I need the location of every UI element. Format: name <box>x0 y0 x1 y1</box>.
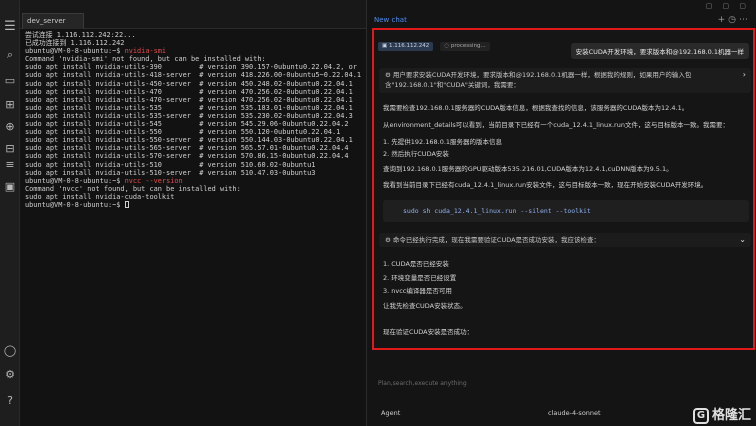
terminal-line: sudo apt install nvidia-utils-470 # vers… <box>25 87 353 96</box>
terminal-panel[interactable]: dev_server 尝试连接 1.116.112.242:22... 已成功连接… <box>20 0 366 426</box>
terminal-tab[interactable]: dev_server <box>22 13 84 29</box>
terminal-line: sudo apt install nvidia-utils-510-server… <box>25 168 316 177</box>
extensions-icon[interactable]: ⊞ <box>3 98 17 112</box>
chat-title[interactable]: New chat <box>374 16 407 24</box>
response-para-4: 我看到当前目录下已经有cuda_12.4.1_linux.run安装文件，这与目… <box>383 181 708 189</box>
response-para-1: 我需要检查192.168.0.1服务器的CUDA版本信息，根据我查找的信息，该服… <box>383 104 689 112</box>
terminal-line: ubuntu@VM-0-8-ubuntu:~$ nvidia-smi <box>25 47 167 56</box>
terminal-line: sudo apt install nvidia-utils-418-server… <box>25 71 362 80</box>
terminal-line: sudo apt install nvidia-utils-390 # vers… <box>25 63 357 72</box>
response-para-2: 从environment_details可以看到，当前目录下已经有一个cuda_… <box>383 121 729 129</box>
search-icon[interactable]: ⌕ <box>3 48 17 62</box>
link-icon[interactable]: ⊕ <box>3 120 17 134</box>
chat-header: New chat +◷⋯ <box>367 14 756 28</box>
sparkle-icon: ⚙ <box>385 71 391 79</box>
server-chip[interactable]: ▣ 1.116.112.242 <box>378 42 434 51</box>
user-message: 安装CUDA开发环境，要求版本和@192.168.0.1机器一样 <box>570 43 749 59</box>
folder-icon[interactable]: ▭ <box>3 74 17 88</box>
grid-icon[interactable]: ⊟ <box>3 142 17 156</box>
terminal-line: sudo apt install nvidia-utils-570-server… <box>25 152 349 161</box>
terminal-line: 尝试连接 1.116.112.242:22... <box>25 31 136 39</box>
sparkle-icon: ⚙ <box>385 236 391 244</box>
explorer-icon[interactable]: ☰ <box>3 20 17 34</box>
step-1: 1. 先提供192.168.0.1服务器的版本信息 <box>383 138 503 146</box>
terminal-line: sudo apt install nvidia-utils-535-server… <box>25 111 353 120</box>
new-chat-icon[interactable]: + <box>718 15 729 25</box>
window-controls[interactable]: ▢ ▢ ▢ <box>706 2 750 10</box>
chevron-down-icon[interactable]: ⌄ <box>739 235 746 245</box>
terminal-line: Command 'nvidia-smi' not found, but can … <box>25 55 266 64</box>
check-3: 3. nvcc编译器是否可用 <box>383 287 452 295</box>
step-2: 2. 然后执行CUDA安装 <box>383 150 449 158</box>
terminal-line: sudo apt install nvidia-utils-535 # vers… <box>25 103 353 112</box>
response-para-3: 查询到192.168.0.1服务器的GPU驱动版本535.216.01,CUDA… <box>383 165 673 173</box>
response-para-5: 让我先检查CUDA安装状态。 <box>383 302 467 310</box>
account-icon[interactable]: ◯ <box>3 344 17 358</box>
thinking-block-1[interactable]: ⚙ 用户要求安装CUDA开发环境，要求版本和@192.168.0.1机器一样，根… <box>379 68 751 93</box>
chat-panel: ▢ ▢ ▢ New chat +◷⋯ ▣ 1.116.112.242 ◌ pro… <box>366 0 756 426</box>
model-selector[interactable]: claude-4-sonnet <box>548 409 601 417</box>
server-icon[interactable]: ≡ <box>3 158 17 172</box>
terminal-line: Command 'nvcc' not found, but can be ins… <box>25 184 241 193</box>
settings-icon[interactable]: ⚙ <box>3 368 17 382</box>
terminal-line: sudo apt install nvidia-cuda-toolkit <box>25 192 175 201</box>
terminal-line: sudo apt install nvidia-utils-565-server… <box>25 144 349 153</box>
conversation-highlight: ▣ 1.116.112.242 ◌ processing... 安装CUDA开发… <box>372 28 755 350</box>
chat-input[interactable]: Plan,search,execute anything <box>373 373 755 395</box>
terminal-line: sudo apt install nvidia-utils-545 # vers… <box>25 120 349 129</box>
terminal-line: 已成功连接到 1.116.112.242 <box>25 39 125 48</box>
cursor <box>124 201 129 209</box>
thinking-block-2[interactable]: ⚙ 命令已经执行完成，现在我需要验证CUDA是否成功安装，我应该检查： ⌄ <box>379 233 751 247</box>
chevron-right-icon[interactable]: › <box>743 70 746 80</box>
terminal-line: sudo apt install nvidia-utils-470-server… <box>25 95 353 104</box>
logo-icon: G <box>692 407 709 424</box>
help-icon[interactable]: ? <box>3 394 17 408</box>
agent-selector[interactable]: Agent <box>381 409 400 417</box>
terminal-line: ubuntu@VM-0-8-ubuntu:~$ nvcc --version <box>25 176 183 185</box>
brand-logo: G 格隆汇 <box>692 404 751 424</box>
more-icon[interactable]: ⋯ <box>739 15 751 25</box>
chat-input-placeholder: Plan,search,execute anything <box>378 380 467 387</box>
terminal-line: sudo apt install nvidia-utils-550-server… <box>25 136 353 145</box>
terminal-output[interactable]: 尝试连接 1.116.112.242:22... 已成功连接到 1.116.112… <box>20 31 366 209</box>
terminal-tab-bar: dev_server <box>20 0 366 29</box>
chat-actions: +◷⋯ <box>718 15 751 25</box>
activity-bar: ☰ ⌕ ▭ ⊞ ⊕ ⊟ ≡ ▣ ◯ ⚙ ? <box>0 0 20 426</box>
status-chip: ◌ processing... <box>440 42 490 51</box>
thinking-text-1: 用户要求安装CUDA开发环境，要求版本和@192.168.0.1机器一样，根据我… <box>385 71 692 89</box>
code-command: sudo sh cuda_12.4.1_linux.run --silent -… <box>403 207 591 215</box>
context-chips: ▣ 1.116.112.242 ◌ processing... <box>378 32 492 51</box>
status-chip-label: processing... <box>450 43 486 49</box>
terminal-icon[interactable]: ▣ <box>3 180 17 194</box>
terminal-line: sudo apt install nvidia-utils-510 # vers… <box>25 160 316 169</box>
logo-text: 格隆汇 <box>711 408 751 423</box>
code-block[interactable]: sudo sh cuda_12.4.1_linux.run --silent -… <box>383 200 749 222</box>
check-1: 1. CUDA是否已经安装 <box>383 260 449 268</box>
server-chip-label: 1.116.112.242 <box>388 43 430 49</box>
terminal-line: sudo apt install nvidia-utils-550 # vers… <box>25 128 341 137</box>
terminal-line: ubuntu@VM-0-8-ubuntu:~$ <box>25 201 366 209</box>
terminal-line: sudo apt install nvidia-utils-450-server… <box>25 79 353 88</box>
history-icon[interactable]: ◷ <box>728 15 739 25</box>
chat-footer: Agent claude-4-sonnet G 格隆汇 <box>367 403 756 426</box>
thinking-text-2: 命令已经执行完成，现在我需要验证CUDA是否成功安装，我应该检查： <box>392 236 601 244</box>
response-para-6: 现在验证CUDA安装是否成功： <box>383 328 474 336</box>
check-2: 2. 环境变量是否已经设置 <box>383 274 457 282</box>
